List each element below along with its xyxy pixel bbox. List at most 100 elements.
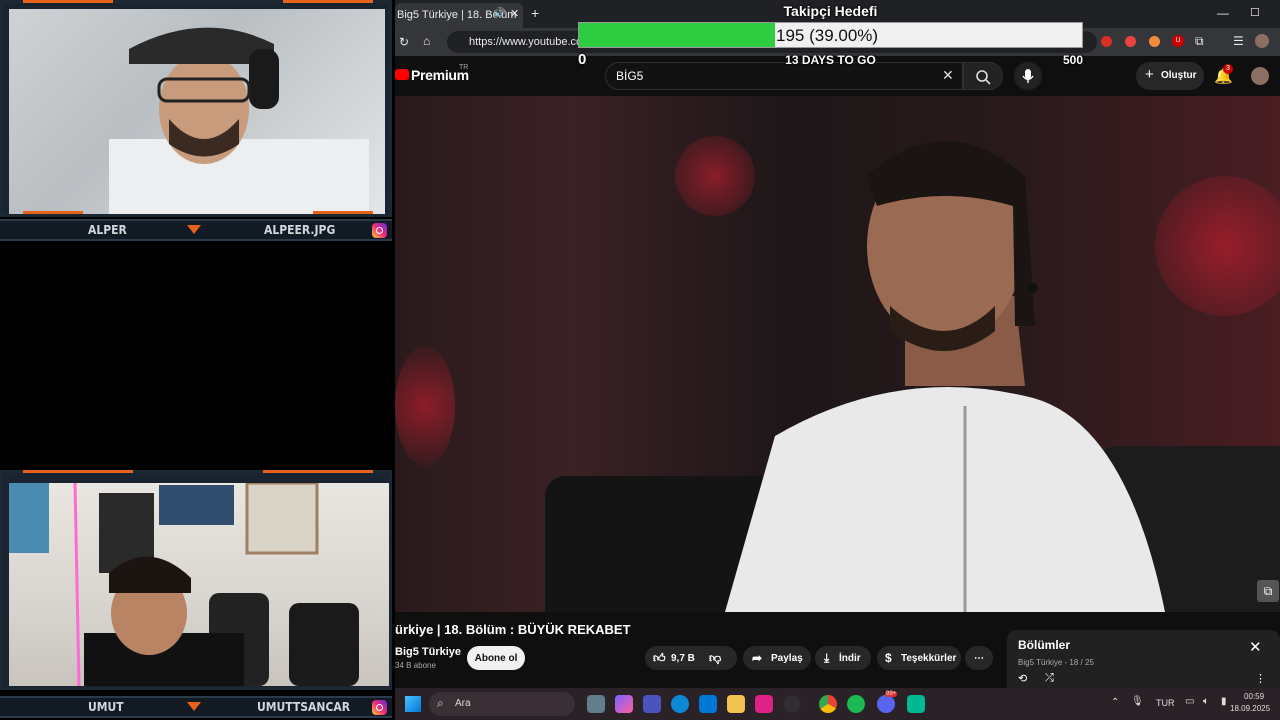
taskbar-search[interactable]: ⌕ Ara bbox=[429, 692, 575, 716]
profile-avatar[interactable] bbox=[1255, 34, 1269, 48]
create-label: Oluştur bbox=[1161, 70, 1197, 81]
webcam-bottom-person bbox=[9, 481, 359, 687]
video-info: ürkiye | 18. Bölüm : BÜYÜK REKABET Big5 … bbox=[395, 612, 1280, 688]
video-player[interactable]: ⧉ bbox=[395, 96, 1280, 612]
goal-progress-fill bbox=[579, 23, 776, 47]
goal-days-remaining: 13 DAYS TO GO bbox=[785, 53, 876, 67]
instagram-handle: ALPEER.JPG bbox=[264, 223, 336, 237]
clock-date[interactable]: 18.09.2025 bbox=[1230, 704, 1270, 713]
more-icon: ⋯ bbox=[974, 653, 984, 664]
extension-icon[interactable] bbox=[1101, 36, 1112, 47]
streamer-name: UMUT bbox=[88, 700, 124, 714]
home-icon[interactable]: ⌂ bbox=[423, 34, 430, 48]
clock-time[interactable]: 00:59 bbox=[1244, 692, 1264, 701]
download-label: İndir bbox=[839, 653, 861, 664]
subscriber-count: 34 B abone bbox=[395, 661, 436, 670]
file-explorer-icon[interactable] bbox=[727, 695, 745, 713]
webcam-top-frame bbox=[0, 0, 392, 217]
taskbar-search-placeholder: Ara bbox=[455, 698, 471, 709]
goal-max: 500 bbox=[1062, 53, 1083, 67]
copilot-icon[interactable] bbox=[615, 695, 633, 713]
chrome-icon[interactable] bbox=[819, 695, 837, 713]
goal-title: Takipçi Hedefi bbox=[783, 3, 878, 19]
maximize-icon[interactable]: ☐ bbox=[1250, 6, 1260, 19]
browser-window: Big5 Türkiye | 18. Bölüm 🔊 ✕ + — ☐ ↻ ⌂ h… bbox=[395, 0, 1280, 688]
windows-start-icon[interactable] bbox=[405, 696, 421, 712]
more-actions-button[interactable]: ⋯ bbox=[965, 646, 993, 670]
instagram-icon bbox=[372, 223, 387, 238]
windows-taskbar: ⌕ Ara 99+ ⌃ 🎙︎ TUR ▭ 🔈︎ ▮ 00:59 18.09.20… bbox=[395, 688, 1280, 720]
battery-icon[interactable]: ▮ bbox=[1221, 696, 1227, 707]
menu-icon[interactable]: ☰ bbox=[1233, 34, 1244, 48]
instagram-handle: UMUTTSANCAR bbox=[257, 700, 351, 714]
share-button[interactable]: ➦ Paylaş bbox=[743, 646, 811, 670]
thumbs-up-icon[interactable]: 👍︎ bbox=[653, 651, 666, 666]
subscribe-button[interactable]: Abone ol bbox=[467, 646, 525, 670]
task-view-icon[interactable] bbox=[587, 695, 605, 713]
webcam-bottom-frame bbox=[0, 470, 392, 690]
country-code: TR bbox=[459, 64, 469, 71]
search-value: BİG5 bbox=[616, 69, 644, 83]
triangle-icon bbox=[187, 702, 201, 711]
follower-goal-overlay: Takipçi Hedefi 195 (39.00%) 0 13 DAYS TO… bbox=[578, 0, 1083, 70]
close-playlist-icon[interactable]: ✕ bbox=[1249, 638, 1262, 656]
channel-name[interactable]: Big5 Türkiye bbox=[395, 646, 461, 658]
ublock-icon[interactable]: U bbox=[1172, 35, 1184, 47]
super-thanks-icon: $ bbox=[885, 651, 892, 665]
close-tab-icon[interactable]: ✕ bbox=[510, 7, 519, 20]
playlist-title: Bölümler bbox=[1018, 638, 1071, 652]
shuffle-icon[interactable]: ⤮ bbox=[1045, 672, 1054, 685]
video-title: ürkiye | 18. Bölüm : BÜYÜK REKABET bbox=[395, 622, 631, 637]
webcam-top-namebar: ALPER ALPEER.JPG bbox=[0, 219, 392, 241]
like-dislike-group: 👍︎ 9,7 B 👎︎ bbox=[645, 646, 737, 670]
like-count[interactable]: 9,7 B bbox=[671, 653, 695, 664]
obs-icon[interactable] bbox=[783, 695, 801, 713]
spotify-icon[interactable] bbox=[847, 695, 865, 713]
app-icon[interactable] bbox=[907, 695, 925, 713]
share-label: Paylaş bbox=[771, 653, 803, 664]
app-icon[interactable] bbox=[755, 695, 773, 713]
instagram-icon bbox=[372, 700, 387, 715]
create-button[interactable]: + Oluştur bbox=[1136, 62, 1204, 90]
teams-icon[interactable] bbox=[643, 695, 661, 713]
goal-progress-bar: 195 (39.00%) bbox=[578, 22, 1083, 48]
miniplayer-icon[interactable]: ⧉ bbox=[1257, 580, 1279, 602]
thanks-label: Teşekkürler bbox=[901, 653, 957, 664]
playlist-more-icon[interactable]: ⋮ bbox=[1255, 672, 1266, 685]
playlist-subtitle: Big5 Türkiye - 18 / 25 bbox=[1018, 658, 1094, 667]
notification-badge: 3 bbox=[1223, 64, 1233, 74]
minimize-icon[interactable]: — bbox=[1217, 6, 1229, 20]
youtube-logo-icon[interactable] bbox=[395, 69, 409, 80]
network-icon[interactable]: ▭ bbox=[1185, 696, 1194, 707]
thanks-button[interactable]: $ Teşekkürler bbox=[877, 646, 961, 670]
share-icon: ➦ bbox=[752, 651, 763, 665]
loop-icon[interactable]: ⟲ bbox=[1018, 672, 1027, 685]
outlook-icon[interactable] bbox=[699, 695, 717, 713]
account-avatar[interactable] bbox=[1251, 67, 1269, 85]
puzzle-icon[interactable]: ⧉ bbox=[1195, 34, 1204, 49]
download-button[interactable]: ⤓ İndir bbox=[815, 646, 871, 670]
video-person bbox=[725, 141, 1165, 612]
chevron-up-icon[interactable]: ⌃ bbox=[1111, 697, 1119, 708]
triangle-icon bbox=[187, 225, 201, 234]
webcam-bottom-namebar: UMUT UMUTTSANCAR bbox=[0, 696, 392, 718]
extension-icon[interactable] bbox=[1149, 36, 1160, 47]
discord-badge: 99+ bbox=[885, 691, 898, 697]
webcam-top-person bbox=[109, 27, 369, 214]
streamer-name: ALPER bbox=[88, 223, 127, 237]
plus-icon: + bbox=[1145, 66, 1154, 83]
reload-icon[interactable]: ↻ bbox=[399, 35, 409, 49]
webcam-top-feed bbox=[9, 9, 385, 214]
volume-icon[interactable]: 🔈︎ bbox=[1203, 696, 1209, 707]
speaker-icon[interactable]: 🔊 bbox=[493, 8, 505, 19]
webcam-column: ALPER ALPEER.JPG UMUT UMUTTSANCAR bbox=[0, 0, 395, 720]
goal-current-value: 195 (39.00%) bbox=[776, 26, 879, 45]
download-icon: ⤓ bbox=[824, 651, 830, 665]
thumbs-down-icon[interactable]: 👎︎ bbox=[709, 651, 721, 666]
new-tab-icon[interactable]: + bbox=[531, 5, 539, 21]
edge-icon[interactable] bbox=[671, 695, 689, 713]
extension-icon[interactable] bbox=[1125, 36, 1136, 47]
discord-icon[interactable] bbox=[877, 695, 895, 713]
language-indicator[interactable]: TUR bbox=[1156, 698, 1175, 708]
microphone-icon[interactable]: 🎙︎ bbox=[1131, 696, 1144, 707]
